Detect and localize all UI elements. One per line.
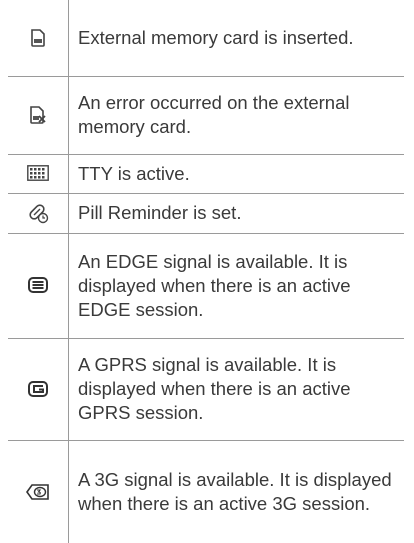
row-description: A 3G signal is available. It is displaye… <box>78 468 392 514</box>
table-row: External memory card is inserted. <box>8 0 404 77</box>
3g-signal-icon <box>26 483 50 501</box>
row-description: TTY is active. <box>68 154 404 194</box>
tty-icon <box>27 165 49 182</box>
memory-card-icon <box>30 28 46 47</box>
table-row: An error occurred on the external memory… <box>8 76 404 155</box>
memory-card-error-icon <box>29 106 47 124</box>
edge-signal-icon <box>28 277 48 294</box>
table-row: A 3G signal is available. It is displaye… <box>8 440 404 543</box>
pill-reminder-icon <box>27 202 49 224</box>
row-description: External memory card is inserted. <box>68 0 404 77</box>
table-row: Pill Reminder is set. <box>8 193 404 234</box>
status-icon-table: External memory card is inserted. An err… <box>8 0 404 543</box>
row-description: An error occurred on the external memory… <box>68 76 404 155</box>
table-row: A GPRS signal is available. It is displa… <box>8 338 404 441</box>
table-row: TTY is active. <box>8 154 404 194</box>
gprs-signal-icon <box>28 380 48 397</box>
row-description: An EDGE signal is available. It is displ… <box>68 233 404 339</box>
row-description: Pill Reminder is set. <box>68 193 404 234</box>
table-row: An EDGE signal is available. It is displ… <box>8 233 404 339</box>
row-description: A GPRS signal is available. It is displa… <box>68 338 404 441</box>
